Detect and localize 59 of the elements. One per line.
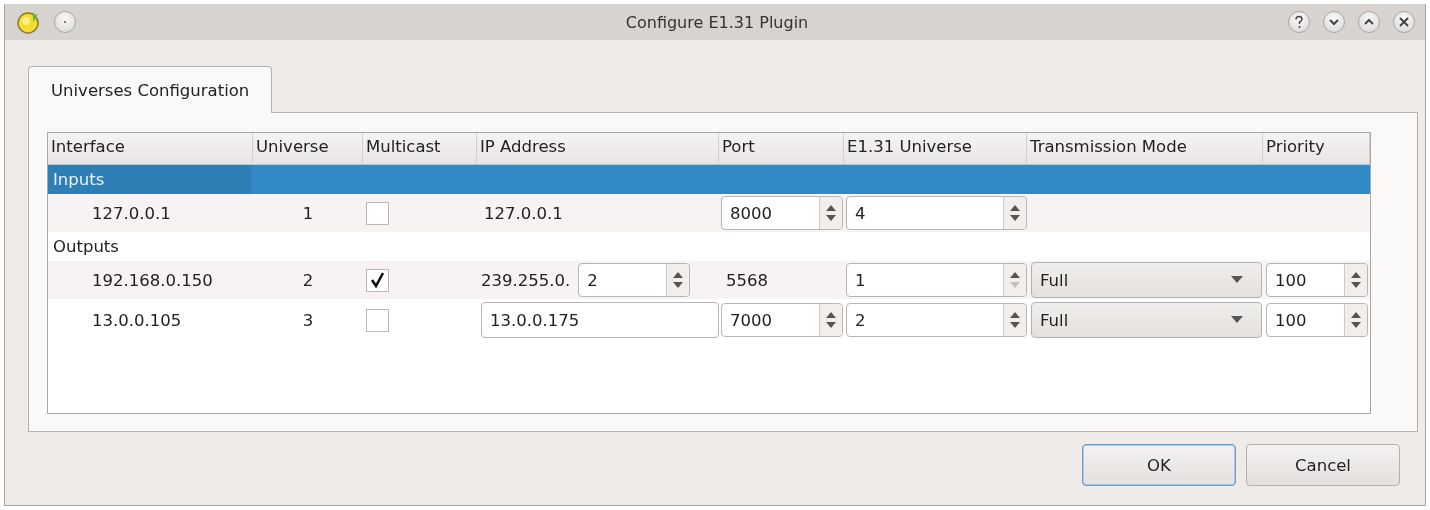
up-down-arrows-icon[interactable] xyxy=(1009,270,1021,290)
group-label: Inputs xyxy=(48,165,251,194)
interface-name: 13.0.0.105 xyxy=(91,310,182,330)
group-row[interactable]: Inputs xyxy=(48,165,1370,194)
universe-number: 1 xyxy=(302,203,314,223)
spin-box[interactable]: 2 xyxy=(578,263,691,297)
column-header[interactable]: Priority xyxy=(1263,133,1370,164)
column-header[interactable]: Transmission Mode xyxy=(1027,133,1263,164)
chevron-up-icon xyxy=(1363,17,1375,27)
column-header[interactable]: Universe xyxy=(253,133,363,164)
spin-box[interactable]: 100 xyxy=(1266,263,1368,297)
ip-address-field[interactable]: 13.0.0.175 xyxy=(481,302,719,338)
close-button[interactable] xyxy=(1393,11,1415,33)
ip-address: 127.0.0.1 xyxy=(483,203,563,223)
close-icon xyxy=(1398,16,1410,28)
universe-number: 3 xyxy=(302,310,314,330)
interface-name: 127.0.0.1 xyxy=(91,203,171,223)
column-header[interactable]: Port xyxy=(719,133,844,164)
mode-dropdown[interactable]: Full xyxy=(1031,302,1262,338)
dropdown-caret-icon xyxy=(1231,276,1243,284)
spin-box[interactable]: 8000 xyxy=(721,196,843,230)
tab[interactable]: Universes Configuration xyxy=(28,66,273,113)
group-row[interactable]: Outputs xyxy=(48,232,1370,261)
up-down-arrows-icon[interactable] xyxy=(1009,203,1021,223)
minimize-button[interactable] xyxy=(1323,11,1345,33)
up-down-arrows-icon[interactable] xyxy=(825,203,837,223)
dot-icon xyxy=(63,20,67,24)
maximize-button[interactable] xyxy=(1358,11,1380,33)
spin-box[interactable]: 100 xyxy=(1266,303,1368,337)
spin-box[interactable]: 4 xyxy=(846,196,1027,230)
help-button[interactable] xyxy=(1288,11,1310,33)
chevron-down-icon xyxy=(1328,17,1340,27)
dialog-button[interactable]: OK xyxy=(1082,444,1236,486)
multicast-checkbox[interactable] xyxy=(366,268,389,292)
window-title: Configure E1.31 Plugin xyxy=(625,12,809,32)
column-header[interactable]: IP Address xyxy=(477,133,719,164)
up-down-arrows-icon[interactable] xyxy=(1350,310,1362,330)
ip-prefix: 239.255.0. xyxy=(480,270,571,290)
spin-box[interactable]: 2 xyxy=(846,303,1027,337)
up-down-arrows-icon[interactable] xyxy=(672,270,685,290)
up-down-arrows-icon[interactable] xyxy=(1350,270,1362,290)
group-label: Outputs xyxy=(52,237,120,256)
port-number: 5568 xyxy=(725,270,768,290)
spin-box[interactable]: 7000 xyxy=(721,303,843,337)
help-icon xyxy=(1293,15,1305,29)
multicast-checkbox[interactable] xyxy=(366,201,389,225)
dropdown-caret-icon xyxy=(1231,316,1243,324)
universe-number: 2 xyxy=(302,270,314,290)
interface-name: 192.168.0.150 xyxy=(91,270,213,290)
mode-dropdown[interactable]: Full xyxy=(1031,262,1262,298)
app-icon xyxy=(17,10,41,34)
multicast-checkbox[interactable] xyxy=(366,308,389,332)
dialog-button[interactable]: Cancel xyxy=(1246,444,1400,486)
column-header[interactable]: E1.31 Universe xyxy=(844,133,1027,164)
up-down-arrows-icon[interactable] xyxy=(1009,310,1021,330)
up-down-arrows-icon[interactable] xyxy=(825,310,837,330)
column-header[interactable]: Interface xyxy=(48,133,253,164)
spin-box[interactable]: 1 xyxy=(846,263,1027,297)
column-header[interactable]: Multicast xyxy=(363,133,477,164)
